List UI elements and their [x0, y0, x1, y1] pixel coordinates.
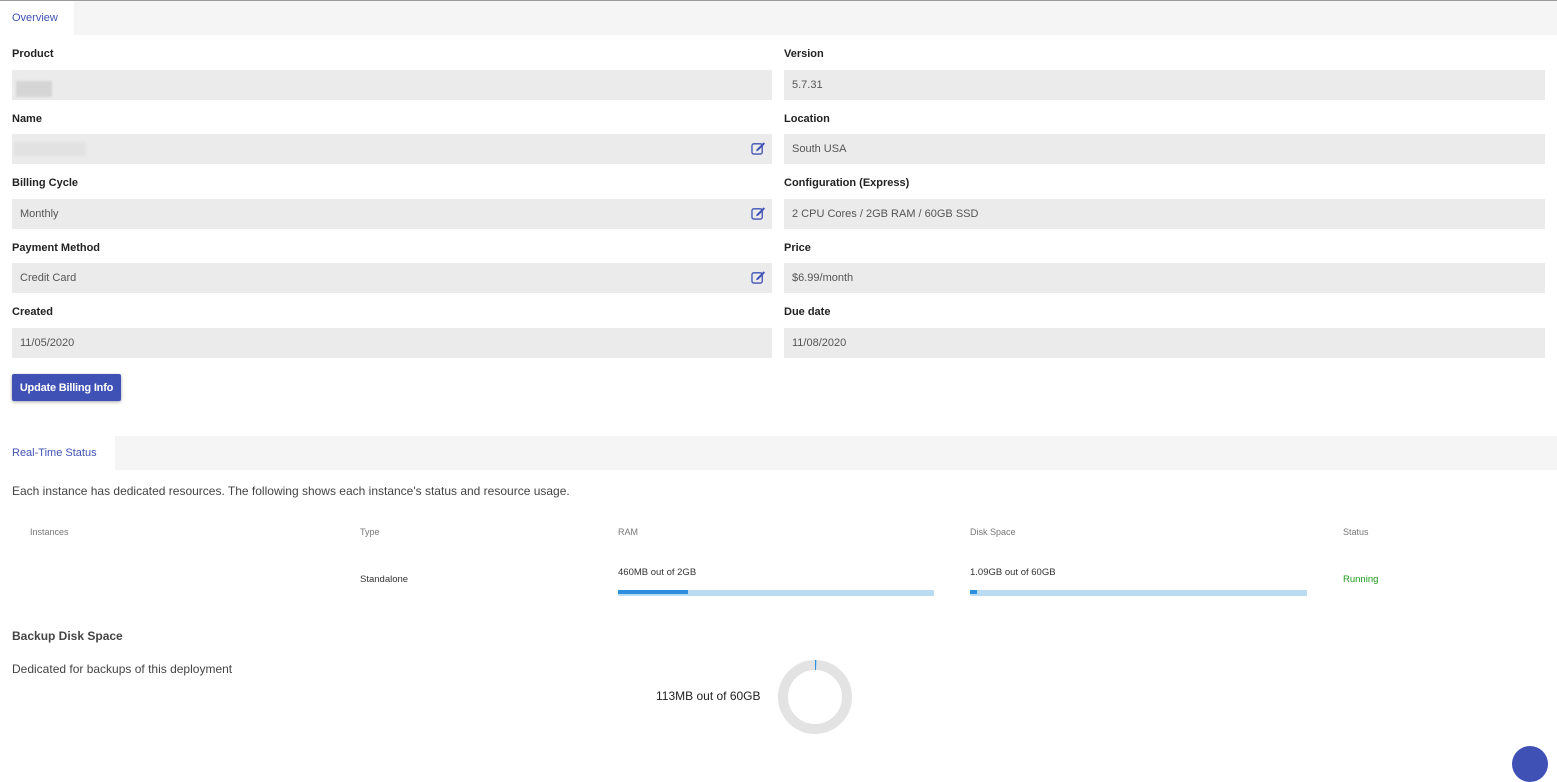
chat-button[interactable] — [1512, 746, 1548, 782]
column-header-status: Status — [1343, 527, 1369, 537]
redacted-product-value — [16, 81, 52, 97]
name-label: Name — [12, 113, 42, 125]
configuration-label: Configuration (Express) — [784, 177, 910, 189]
instance-type: Standalone — [360, 574, 409, 585]
configuration-field: 2 CPU Cores / 2GB RAM / 60GB SSD — [784, 199, 1545, 229]
disk-progress-bar — [970, 590, 1307, 596]
donut-track — [778, 660, 852, 734]
realtime-description: Each instance has dedicated resources. T… — [12, 484, 570, 498]
payment-method-value: Credit Card — [20, 272, 77, 284]
location-label: Location — [784, 113, 830, 125]
update-billing-info-button[interactable]: Update Billing Info — [12, 374, 121, 401]
backup-donut-chart — [778, 660, 852, 734]
price-field: $6.99/month — [784, 263, 1545, 293]
created-label: Created — [12, 306, 53, 318]
payment-method-label: Payment Method — [12, 242, 101, 254]
column-header-ram: RAM — [618, 527, 638, 537]
backup-section-title: Backup Disk Space — [12, 629, 123, 643]
billing-cycle-value: Monthly — [20, 208, 59, 220]
backup-usage-text: 113MB out of 60GB — [656, 689, 761, 703]
edit-icon[interactable] — [751, 141, 766, 155]
column-header-instances: Instances — [30, 527, 69, 537]
column-header-type: Type — [360, 527, 380, 537]
disk-progress-fill — [970, 590, 977, 594]
ram-usage-text: 460MB out of 2GB — [618, 567, 697, 578]
product-field — [12, 70, 772, 100]
version-field: 5.7.31 — [784, 70, 1545, 100]
column-header-disk-space: Disk Space — [970, 527, 1016, 537]
edit-icon[interactable] — [751, 206, 766, 220]
location-field: South USA — [784, 134, 1545, 164]
ram-progress-fill — [618, 590, 688, 594]
ram-progress-bar — [618, 590, 934, 596]
created-field: 11/05/2020 — [12, 328, 772, 358]
price-label: Price — [784, 242, 811, 254]
tab-realtime-status[interactable]: Real-Time Status — [0, 436, 115, 470]
billing-cycle-label: Billing Cycle — [12, 177, 79, 189]
product-label: Product — [12, 48, 54, 60]
realtime-tab-bar: Real-Time Status — [0, 436, 1557, 470]
overview-tab-bar: Overview — [0, 1, 1557, 35]
name-field — [12, 134, 772, 164]
due-date-label: Due date — [784, 306, 831, 318]
backup-description: Dedicated for backups of this deployment — [12, 662, 233, 676]
payment-method-field: Credit Card — [12, 263, 772, 293]
edit-icon[interactable] — [751, 270, 766, 284]
tab-overview[interactable]: Overview — [0, 1, 74, 35]
status-badge: Running — [1343, 574, 1379, 585]
version-label: Version — [784, 48, 824, 60]
billing-cycle-field: Monthly — [12, 199, 772, 229]
redacted-name-value — [14, 142, 86, 156]
disk-usage-text: 1.09GB out of 60GB — [970, 567, 1056, 578]
due-date-field: 11/08/2020 — [784, 328, 1545, 358]
